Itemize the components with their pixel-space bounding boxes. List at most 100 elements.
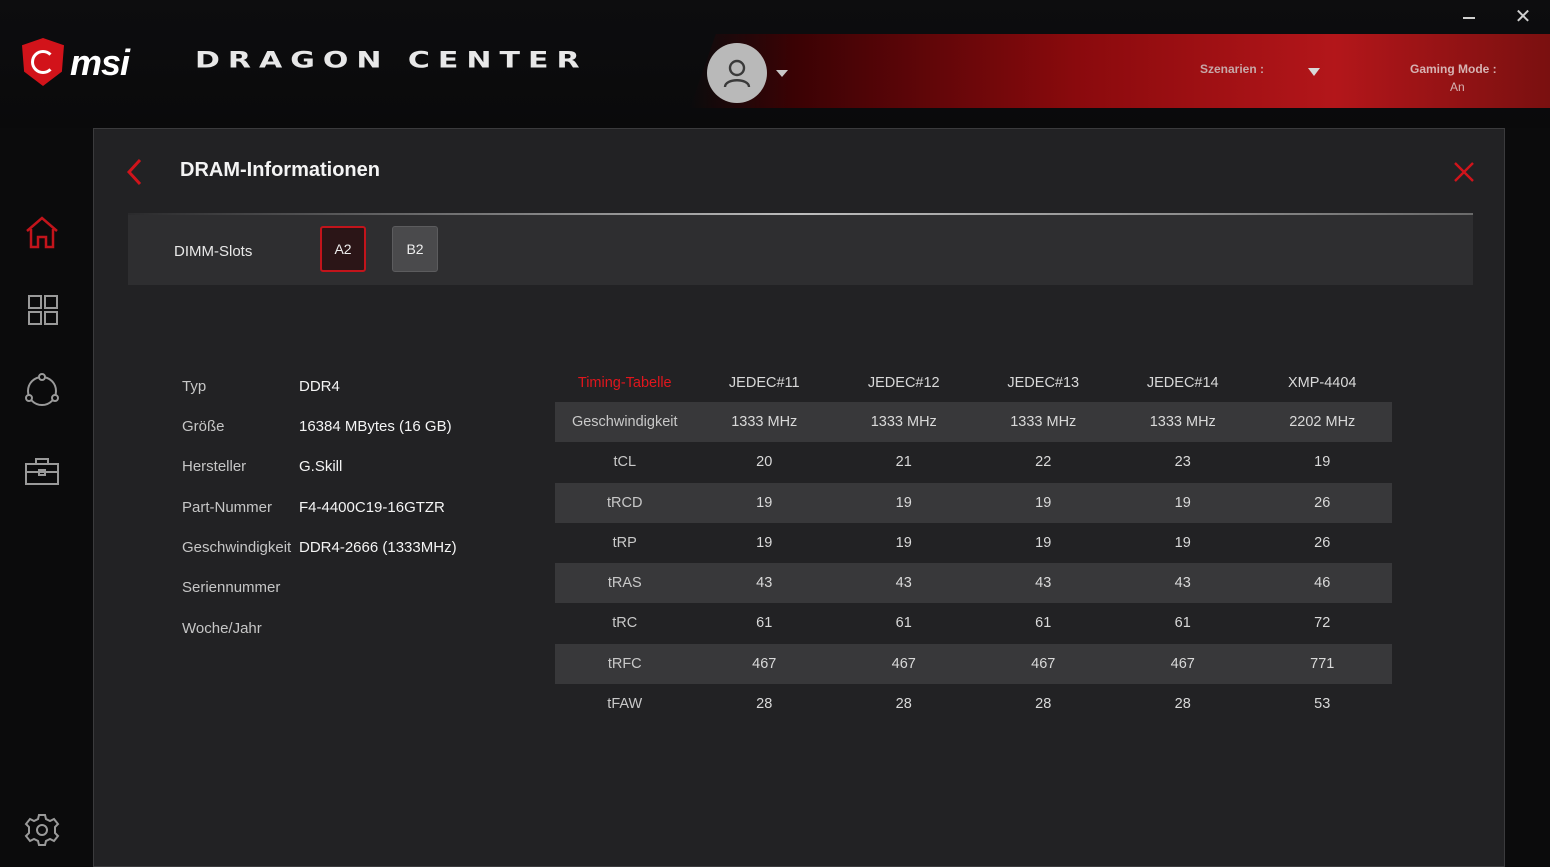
grid-icon[interactable] — [22, 291, 62, 331]
row-label: tRAS — [607, 575, 642, 592]
table-row: tRFC 467 467 467 467 771 — [555, 643, 1392, 685]
table-cell: 23 — [1174, 454, 1191, 471]
column-header: XMP-4404 — [1287, 375, 1357, 391]
toolbox-icon[interactable] — [22, 451, 62, 491]
table-cell: 1333 MHz — [1010, 414, 1077, 430]
table-cell: 1333 MHz — [870, 414, 937, 430]
table-cell: 467 — [752, 655, 777, 672]
row-label: tRC — [612, 615, 638, 632]
scenario-label: Szenarien : — [1200, 62, 1265, 76]
table-cell: 22 — [1035, 454, 1052, 471]
user-icon — [723, 59, 751, 88]
page-title: DRAM-Informationen — [180, 159, 380, 181]
slot-b2-button[interactable]: B2 — [392, 226, 438, 272]
window-close-button[interactable]: ✕ — [1514, 7, 1532, 27]
scenario-dropdown-caret-icon[interactable] — [1308, 68, 1320, 76]
table-cell: 19 — [756, 494, 773, 511]
title-bar: msi DRAGON CENTER Szenarien : Gaming Mod… — [0, 0, 1550, 128]
timing-table-heading: Timing-Tabelle — [577, 375, 672, 391]
gaming-mode-label[interactable]: Gaming Mode : — [1410, 62, 1497, 76]
table-cell: 28 — [895, 696, 912, 713]
gaming-mode-value[interactable]: An — [1450, 80, 1465, 94]
table-cell: 467 — [1031, 655, 1056, 672]
table-cell: 467 — [891, 655, 916, 672]
info-key: Woche/Jahr — [182, 620, 262, 637]
table-cell: 19 — [895, 494, 912, 511]
slot-a2-button[interactable]: A2 — [320, 226, 366, 272]
column-header: JEDEC#13 — [1007, 375, 1080, 391]
table-cell: 2202 MHz — [1289, 414, 1356, 430]
table-cell: 19 — [756, 534, 773, 551]
row-label: tRFC — [607, 655, 642, 672]
info-key: Geschwindigkeit — [182, 539, 292, 556]
column-header: JEDEC#12 — [867, 375, 940, 391]
table-cell: 61 — [756, 615, 773, 632]
info-key: Seriennummer — [182, 579, 281, 596]
table-cell: 19 — [1314, 454, 1331, 471]
table-cell: 1333 MHz — [731, 414, 798, 430]
network-icon[interactable] — [22, 371, 62, 411]
info-key: Typ — [182, 378, 207, 395]
info-value: DDR4-2666 (1333MHz) — [299, 539, 457, 556]
info-key: Hersteller — [182, 458, 247, 475]
row-label: Geschwindigkeit — [571, 414, 678, 430]
table-cell: 1333 MHz — [1149, 414, 1216, 430]
home-icon[interactable] — [22, 212, 62, 252]
column-header: JEDEC#11 — [728, 375, 800, 391]
table-row: Geschwindigkeit 1333 MHz 1333 MHz 1333 MHz 1… — [555, 402, 1392, 443]
table-row: tRAS 43 43 43 43 46 — [555, 563, 1392, 604]
msi-logo — [22, 38, 64, 86]
timing-table: Timing-Tabelle JEDEC#11 JEDEC#12 JEDEC#1… — [555, 366, 1392, 724]
gear-icon[interactable] — [22, 809, 62, 849]
table-cell: 26 — [1314, 534, 1331, 551]
table-cell: 19 — [1035, 494, 1052, 511]
back-arrow-icon[interactable] — [124, 157, 148, 187]
table-cell: 28 — [1035, 696, 1052, 713]
row-label: tRP — [612, 534, 637, 551]
table-cell: 26 — [1314, 494, 1331, 511]
table-cell: 19 — [1174, 494, 1191, 511]
info-value: 16384 MBytes (16 GB) — [299, 418, 452, 435]
row-label: tCL — [613, 454, 637, 471]
row-label: tRCD — [607, 494, 643, 511]
table-row: tRCD 19 19 19 19 26 — [555, 482, 1392, 523]
table-cell: 43 — [1174, 575, 1191, 592]
table-cell: 72 — [1314, 615, 1331, 632]
minimize-button[interactable] — [1461, 9, 1477, 25]
table-cell: 43 — [756, 575, 773, 592]
timing-body: Geschwindigkeit 1333 MHz 1333 MHz 1333 MHz 1… — [555, 402, 1392, 724]
info-key: Größe — [182, 418, 225, 435]
app-title: DRAGON CENTER — [195, 47, 588, 74]
table-cell: 43 — [1035, 575, 1052, 592]
brand-name: msi — [70, 42, 130, 83]
table-cell: 43 — [895, 575, 912, 592]
table-cell: 28 — [756, 696, 773, 713]
sidebar — [0, 128, 93, 867]
dram-info-panel: DRAM-Informationen DIMM-Slots A2 B2 Typ … — [93, 128, 1505, 867]
info-value: F4-4400C19-16GTZR — [299, 499, 445, 516]
table-cell: 28 — [1174, 696, 1191, 713]
table-cell: 19 — [895, 534, 912, 551]
row-label: tFAW — [607, 696, 643, 713]
table-cell: 467 — [1170, 655, 1195, 672]
info-value: DDR4 — [299, 378, 340, 395]
table-cell: 19 — [1035, 534, 1052, 551]
avatar-dropdown-caret-icon[interactable] — [776, 70, 788, 77]
table-cell: 21 — [895, 454, 912, 471]
table-row: tFAW 28 28 28 28 53 — [555, 684, 1392, 724]
timing-header-row: Timing-Tabelle JEDEC#11 JEDEC#12 JEDEC#1… — [555, 366, 1392, 402]
table-cell: 61 — [1174, 615, 1191, 632]
close-icon[interactable] — [1452, 160, 1476, 184]
table-cell: 19 — [1174, 534, 1191, 551]
dimm-slots-label: DIMM-Slots — [174, 243, 253, 260]
table-row: tRC 61 61 61 61 72 — [555, 603, 1392, 643]
table-cell: 61 — [895, 615, 912, 632]
table-cell: 20 — [756, 454, 773, 471]
info-key: Part-Nummer — [182, 499, 273, 516]
user-avatar-button[interactable] — [707, 43, 767, 103]
column-header: JEDEC#14 — [1146, 375, 1219, 391]
table-row: tRP 19 19 19 19 26 — [555, 523, 1392, 563]
dimm-slot-bar: DIMM-Slots A2 B2 — [128, 215, 1473, 285]
table-row: tCL 20 21 22 23 19 — [555, 442, 1392, 482]
msi-dragon-shield-icon — [22, 38, 64, 86]
